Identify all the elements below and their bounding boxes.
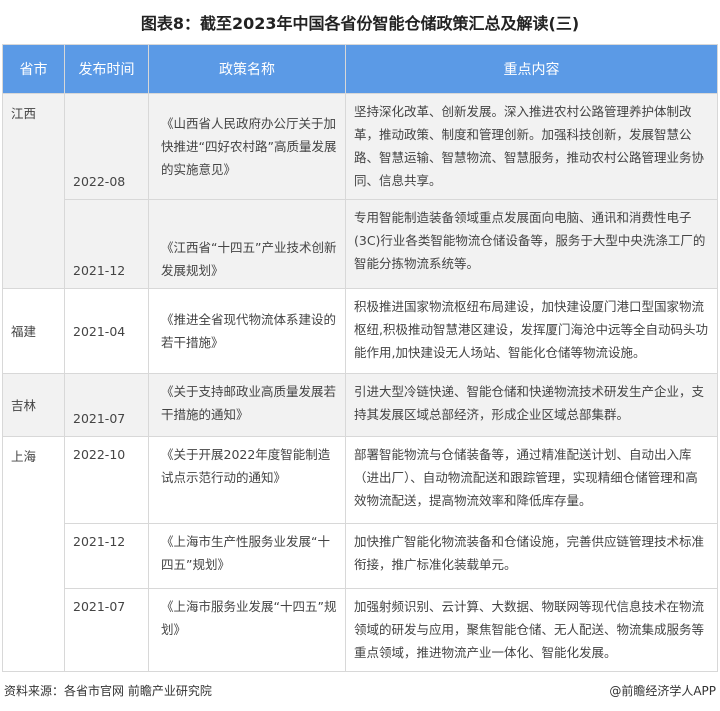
- content-cell: 加快推广智能化物流装备和仓储设施，完善供应链管理技术标准衔接，推广标准化装载单元…: [345, 523, 718, 589]
- date-cell: 2022-10: [64, 436, 149, 524]
- policy-cell: 《推进全省现代物流体系建设的若干措施》: [148, 288, 346, 374]
- content-cell: 加强射频识别、云计算、大数据、物联网等现代信息技术在物流领域的研发与应用，聚焦智…: [345, 588, 718, 672]
- policy-cell: 《上海市服务业发展“十四五”规划》: [148, 588, 346, 672]
- table-row: 2021-12 《江西省“十四五”产业技术创新发展规划》 专用智能制造装备领域重…: [3, 199, 718, 289]
- policy-table: 省市 发布时间 政策名称 重点内容 江西 2022-08 《山西省人民政府办公厅…: [2, 44, 718, 672]
- table-header: 省市 发布时间 政策名称 重点内容: [2, 44, 718, 94]
- table-row: 2021-12 《上海市生产性服务业发展“十四五”规划》 加快推广智能化物流装备…: [3, 523, 718, 589]
- content-cell: 部署智能物流与仓储装备等，通过精准配送计划、自动出入库（进出厂）、自动物流配送和…: [345, 436, 718, 524]
- content-cell: 积极推进国家物流枢纽布局建设，加快建设厦门港口型国家物流枢纽,积极推动智慧港区建…: [345, 288, 718, 374]
- date-cell: 2021-04: [64, 288, 149, 374]
- province-cell: 江西: [2, 93, 65, 289]
- province-cell: 上海: [2, 436, 65, 672]
- table-row: 福建 2021-04 《推进全省现代物流体系建设的若干措施》 积极推进国家物流枢…: [2, 288, 718, 374]
- header-province: 省市: [2, 44, 65, 94]
- date-cell: 2021-12: [64, 199, 149, 289]
- date-cell: 2021-12: [64, 523, 149, 589]
- policy-cell: 《关于支持邮政业高质量发展若干措施的通知》: [148, 373, 346, 437]
- content-cell: 专用智能制造装备领域重点发展面向电脑、通讯和消费性电子(3C)行业各类智能物流仓…: [345, 199, 718, 289]
- content-cell: 引进大型冷链快递、智能仓储和快递物流技术研发生产企业，支持其发展区域总部经济，形…: [345, 373, 718, 437]
- province-cell: 吉林: [2, 373, 65, 437]
- table-row: 吉林 2021-07 《关于支持邮政业高质量发展若干措施的通知》 引进大型冷链快…: [2, 373, 718, 437]
- header-content: 重点内容: [345, 44, 718, 94]
- content-cell: 坚持深化改革、创新发展。深入推进农村公路管理养护体制改革，推动政策、制度和管理创…: [345, 93, 718, 200]
- credit-note: @前瞻经济学人APP: [609, 684, 716, 698]
- policy-cell: 《山西省人民政府办公厅关于加快推进“四好农村路”高质量发展的实施意见》: [148, 93, 346, 200]
- source-note: 资料来源：各省市官网 前瞻产业研究院: [4, 684, 212, 698]
- policy-cell: 《上海市生产性服务业发展“十四五”规划》: [148, 523, 346, 589]
- date-cell: 2021-07: [64, 373, 149, 437]
- table-row: 上海 2022-10 《关于开展2022年度智能制造试点示范行动的通知》 部署智…: [2, 436, 718, 672]
- date-cell: 2021-07: [64, 588, 149, 672]
- policy-cell: 《江西省“十四五”产业技术创新发展规划》: [148, 199, 346, 289]
- policy-cell: 《关于开展2022年度智能制造试点示范行动的通知》: [148, 436, 346, 524]
- province-cell: 福建: [2, 288, 65, 374]
- table-row: 2021-07 《上海市服务业发展“十四五”规划》 加强射频识别、云计算、大数据…: [3, 588, 718, 672]
- table-row: 江西 2022-08 《山西省人民政府办公厅关于加快推进“四好农村路”高质量发展…: [2, 93, 718, 289]
- header-policy: 政策名称: [148, 44, 346, 94]
- date-cell: 2022-08: [64, 93, 149, 200]
- header-date: 发布时间: [64, 44, 149, 94]
- page-title: 图表8：截至2023年中国各省份智能仓储政策汇总及解读(三): [140, 14, 580, 33]
